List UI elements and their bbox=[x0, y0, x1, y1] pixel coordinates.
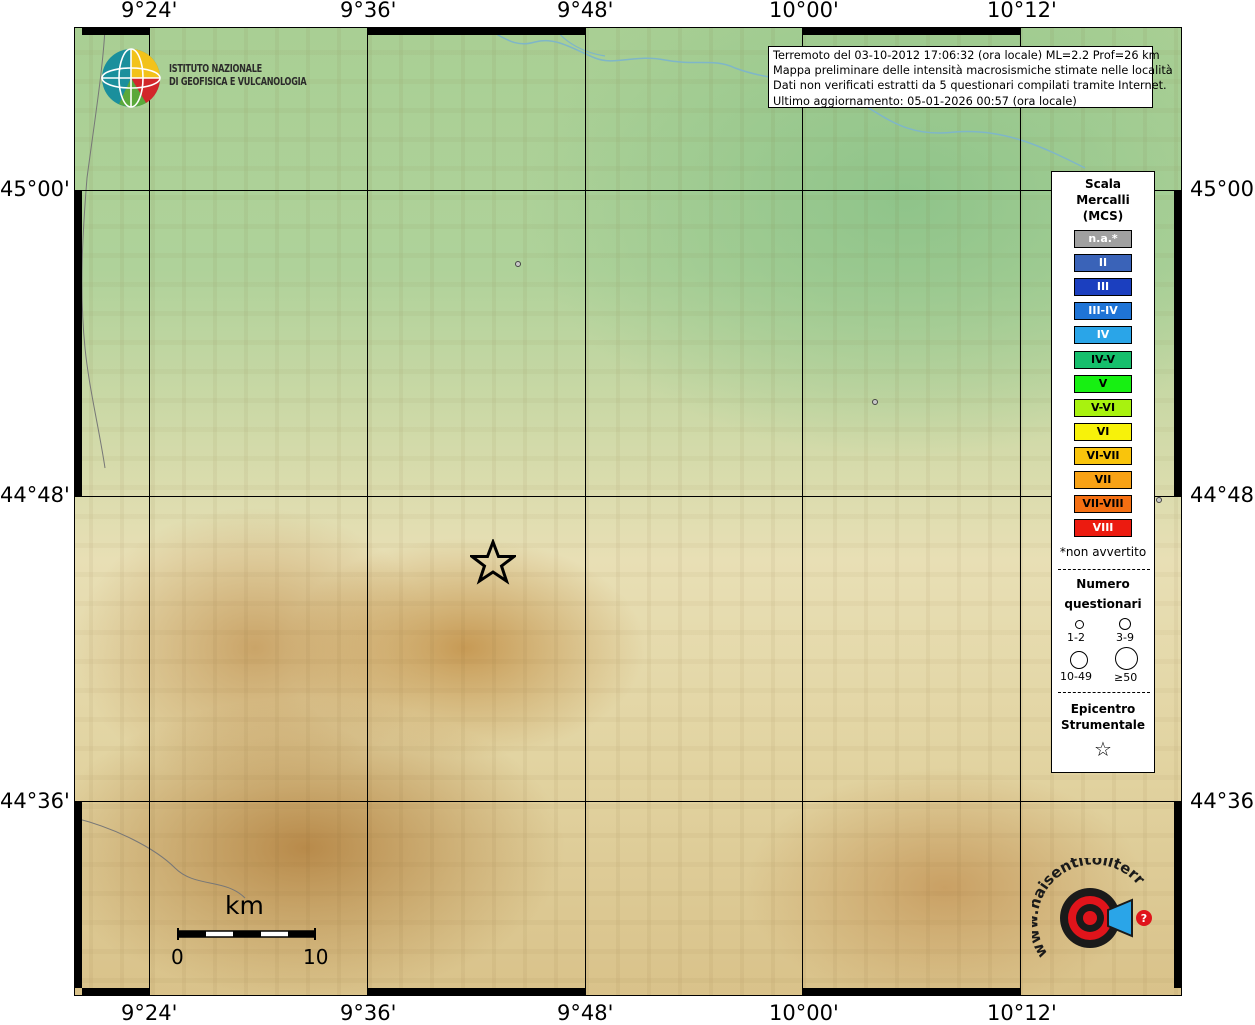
longitude-label: 9°48' bbox=[557, 0, 614, 22]
event-info-line2: Mappa preliminare delle intensità macros… bbox=[773, 64, 1173, 78]
legend-title-line2: Mercalli bbox=[1076, 193, 1130, 207]
legend-title: Scala Mercalli (MCS) bbox=[1052, 176, 1154, 224]
meridian-line bbox=[802, 27, 803, 996]
frame-edge-segment bbox=[1174, 190, 1182, 496]
questionnaires-title: Numero questionari bbox=[1052, 574, 1154, 614]
legend-divider bbox=[1058, 569, 1150, 570]
intensity-swatch: VIII bbox=[1074, 519, 1132, 538]
mcs-legend: Scala Mercalli (MCS) n.a.* II III III-IV IV I… bbox=[1051, 171, 1155, 773]
scale-start: 0 bbox=[171, 945, 184, 969]
count-circle-small-icon bbox=[1075, 620, 1084, 629]
latitude-label: 45°00' bbox=[0, 177, 70, 201]
frame-edge-segment bbox=[802, 27, 1020, 35]
intensity-swatch: III bbox=[1074, 278, 1132, 297]
scale-bar bbox=[177, 928, 316, 940]
svg-text:?: ? bbox=[1141, 912, 1147, 925]
scale-end: 10 bbox=[303, 945, 329, 969]
frame-edge-segment bbox=[1174, 801, 1182, 988]
intensity-swatch: II bbox=[1074, 254, 1132, 273]
intensity-swatch: VI bbox=[1074, 422, 1132, 441]
latitude-label: 44°48' bbox=[1190, 483, 1255, 507]
parallel-line bbox=[74, 190, 1182, 191]
intensity-swatch: VII bbox=[1074, 471, 1132, 489]
frame-edge-segment bbox=[367, 988, 585, 996]
count-circle-large-icon bbox=[1070, 651, 1088, 669]
longitude-label: 9°24' bbox=[121, 1001, 178, 1025]
map-canvas[interactable] bbox=[74, 27, 1182, 996]
count-label: ≥50 bbox=[1114, 671, 1138, 684]
frame-edge-segment bbox=[82, 988, 149, 996]
intensity-swatch: IV bbox=[1074, 326, 1132, 345]
longitude-label: 9°36' bbox=[340, 1001, 397, 1025]
institute-name-line2: DI GEOFISICA E VULCANOLOGIA bbox=[169, 76, 307, 88]
longitude-label: 10°12' bbox=[987, 1001, 1057, 1025]
epicenter-legend-icon: ☆ bbox=[1094, 737, 1112, 761]
questionnaires-title-line2: questionari bbox=[1064, 597, 1142, 611]
epicenter-title: Epicentro Strumentale bbox=[1052, 701, 1154, 733]
count-circle-xlarge-icon bbox=[1115, 647, 1138, 670]
epicenter-star-icon[interactable] bbox=[470, 539, 516, 585]
epicenter-title-line1: Epicentro bbox=[1070, 702, 1136, 716]
locality-marker[interactable] bbox=[872, 399, 878, 405]
epicenter-title-line2: Strumentale bbox=[1060, 718, 1146, 732]
intensity-swatch: n.a.* bbox=[1074, 230, 1132, 248]
event-info-line1: Terremoto del 03-10-2012 17:06:32 (ora l… bbox=[773, 49, 1160, 62]
latitude-label: 44°36' bbox=[0, 789, 70, 813]
meridian-line bbox=[1020, 27, 1021, 996]
meridian-line bbox=[585, 27, 586, 996]
count-label: 1-2 bbox=[1067, 631, 1085, 644]
frame-edge-segment bbox=[802, 988, 1020, 996]
longitude-label: 10°00' bbox=[769, 1001, 839, 1025]
longitude-label: 10°00' bbox=[769, 0, 839, 22]
haisentito-logo-icon[interactable]: ? www.haisentitoilterremoto.it bbox=[1032, 858, 1162, 974]
locality-marker[interactable] bbox=[1156, 497, 1162, 503]
event-info-line4: Ultimo aggiornamento: 05-01-2026 00:57 (… bbox=[773, 94, 1077, 108]
latitude-label: 45°00' bbox=[1190, 177, 1255, 201]
not-felt-note: *non avvertito bbox=[1059, 545, 1147, 559]
meridian-line bbox=[149, 27, 150, 996]
longitude-label: 9°24' bbox=[121, 0, 178, 22]
frame-edge-segment bbox=[74, 190, 82, 496]
longitude-label: 9°36' bbox=[340, 0, 397, 22]
institute-name-line1: ISTITUTO NAZIONALE bbox=[169, 63, 262, 75]
intensity-swatch: III-IV bbox=[1074, 302, 1132, 321]
count-label: 3-9 bbox=[1116, 631, 1134, 644]
event-info-box: Terremoto del 03-10-2012 17:06:32 (ora l… bbox=[768, 46, 1173, 108]
intensity-swatch: V bbox=[1074, 374, 1132, 393]
legend-title-line3: (MCS) bbox=[1082, 209, 1124, 223]
legend-divider bbox=[1058, 692, 1150, 693]
ingv-globe-logo-icon bbox=[101, 48, 161, 108]
event-info-line3: Dati non verificati estratti da 5 questi… bbox=[773, 79, 1167, 93]
frame-edge-segment bbox=[367, 27, 585, 35]
parallel-line bbox=[74, 496, 1182, 497]
locality-marker[interactable] bbox=[515, 261, 521, 267]
latitude-label: 44°48' bbox=[0, 483, 70, 507]
frame-edge-segment bbox=[82, 27, 149, 35]
latitude-label: 44°36' bbox=[1190, 789, 1255, 813]
rivers-and-borders bbox=[75, 28, 1086, 899]
frame-edge-segment bbox=[74, 801, 82, 988]
longitude-label: 9°48' bbox=[557, 1001, 614, 1025]
legend-title-line1: Scala bbox=[1084, 177, 1122, 191]
longitude-label: 10°12' bbox=[987, 0, 1057, 22]
institute-name: ISTITUTO NAZIONALE DI GEOFISICA E VULCAN… bbox=[169, 63, 307, 89]
intensity-swatch: V-VI bbox=[1074, 398, 1132, 417]
scale-unit: km bbox=[225, 891, 264, 920]
intensity-swatch: IV-V bbox=[1074, 350, 1132, 369]
questionnaires-title-line1: Numero bbox=[1076, 577, 1130, 591]
meridian-line bbox=[367, 27, 368, 996]
parallel-line bbox=[74, 801, 1182, 802]
intensity-swatch: VI-VII bbox=[1074, 446, 1132, 465]
count-label: 10-49 bbox=[1060, 670, 1092, 683]
intensity-swatch: VII-VIII bbox=[1074, 495, 1132, 514]
count-circle-medium-icon bbox=[1119, 618, 1131, 630]
